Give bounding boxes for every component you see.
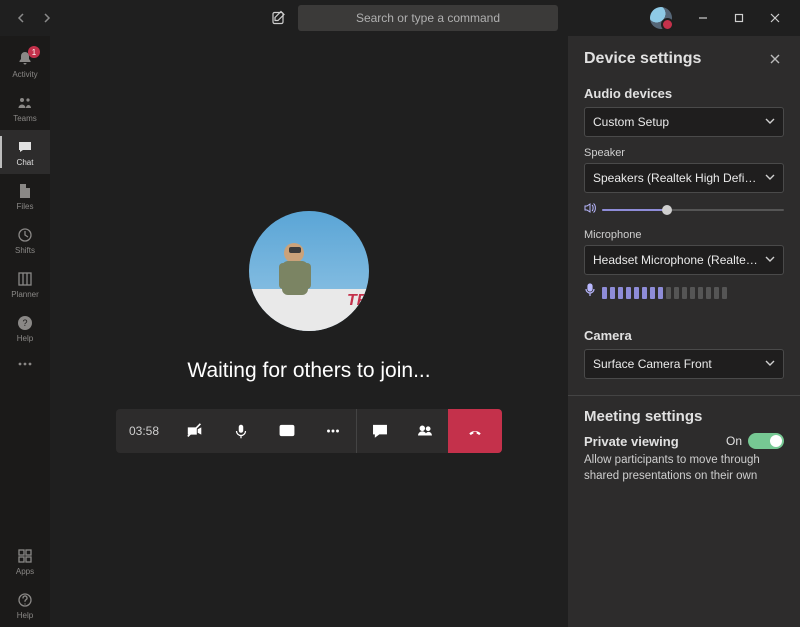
rail-item-label: Help <box>17 334 33 343</box>
toggle-mic-button[interactable] <box>218 409 264 453</box>
camera-dropdown[interactable]: Surface Camera Front <box>584 349 784 379</box>
help-icon: ? <box>15 313 35 333</box>
dropdown-value: Speakers (Realtek High Definition Au... <box>593 171 759 185</box>
dropdown-value: Headset Microphone (Realtek High D... <box>593 253 759 267</box>
nav-back-button[interactable] <box>10 7 32 29</box>
call-duration: 03:58 <box>116 409 172 453</box>
panel-close-button[interactable] <box>766 50 784 68</box>
speaker-label: Speaker <box>584 147 784 159</box>
apps-icon <box>15 546 35 566</box>
private-viewing-label: Private viewing <box>584 434 679 449</box>
share-screen-button[interactable] <box>264 409 310 453</box>
dropdown-value: Surface Camera Front <box>593 357 712 371</box>
chevron-down-icon <box>765 358 775 371</box>
device-settings-panel: Device settings Audio devices Custom Set… <box>568 36 800 627</box>
planner-icon <box>15 269 35 289</box>
rail-item-chat[interactable]: Chat <box>0 130 50 174</box>
rail-item-label: Chat <box>17 158 34 167</box>
chevron-down-icon <box>765 116 775 129</box>
speaker-dropdown[interactable]: Speakers (Realtek High Definition Au... <box>584 163 784 193</box>
rail-more-button[interactable] <box>0 350 50 378</box>
svg-text:TR: TR <box>347 292 369 309</box>
rail-item-label: Apps <box>16 567 34 576</box>
private-viewing-toggle[interactable] <box>748 433 784 449</box>
teams-icon <box>15 93 35 113</box>
window-close-button[interactable] <box>758 4 792 32</box>
rail-item-label: Teams <box>13 114 37 123</box>
speaker-volume-slider[interactable] <box>602 203 784 217</box>
files-icon <box>15 181 35 201</box>
rail-item-shifts[interactable]: Shifts <box>0 218 50 262</box>
chevron-down-icon <box>765 254 775 267</box>
private-viewing-state: On <box>726 434 742 448</box>
profile-avatar[interactable] <box>650 7 672 29</box>
chevron-down-icon <box>765 172 775 185</box>
search-input[interactable]: Search or type a command <box>298 5 558 31</box>
search-placeholder: Search or type a command <box>356 11 500 25</box>
meeting-stage: TR Waiting for others to join... 03:58 <box>50 36 568 627</box>
microphone-label: Microphone <box>584 229 784 241</box>
rail-item-help-bottom[interactable]: Help <box>0 583 50 627</box>
hang-up-button[interactable] <box>448 409 502 453</box>
meeting-settings-title: Meeting settings <box>584 408 784 425</box>
window-maximize-button[interactable] <box>722 4 756 32</box>
microphone-icon <box>584 283 596 302</box>
compose-button[interactable] <box>266 5 292 31</box>
show-participants-button[interactable] <box>402 409 448 453</box>
audio-setup-dropdown[interactable]: Custom Setup <box>584 107 784 137</box>
svg-text:?: ? <box>22 318 27 328</box>
rail-item-teams[interactable]: Teams <box>0 86 50 130</box>
toggle-camera-button[interactable] <box>172 409 218 453</box>
rail-item-apps[interactable]: Apps <box>0 539 50 583</box>
toggle-chat-button[interactable] <box>356 409 402 453</box>
rail-item-label: Activity <box>12 70 37 79</box>
rail-item-files[interactable]: Files <box>0 174 50 218</box>
rail-item-label: Files <box>17 202 34 211</box>
app-rail: Activity 1 Teams Chat Files <box>0 36 50 627</box>
microphone-dropdown[interactable]: Headset Microphone (Realtek High D... <box>584 245 784 275</box>
dropdown-value: Custom Setup <box>593 115 669 129</box>
rail-item-label: Help <box>17 611 33 620</box>
rail-item-help[interactable]: ? Help <box>0 306 50 350</box>
rail-item-planner[interactable]: Planner <box>0 262 50 306</box>
private-viewing-description: Allow participants to move through share… <box>584 453 784 484</box>
camera-label: Camera <box>584 328 784 343</box>
help-icon <box>15 590 35 610</box>
shifts-icon <box>15 225 35 245</box>
activity-badge: 1 <box>28 46 40 58</box>
rail-item-label: Planner <box>11 290 39 299</box>
audio-devices-label: Audio devices <box>584 86 784 101</box>
call-controls: 03:58 <box>116 409 502 453</box>
more-actions-button[interactable] <box>310 409 356 453</box>
rail-item-label: Shifts <box>15 246 35 255</box>
rail-item-activity[interactable]: Activity 1 <box>0 42 50 86</box>
chat-icon <box>15 137 35 157</box>
panel-title: Device settings <box>584 50 701 68</box>
participant-avatar: TR <box>249 211 369 331</box>
window-minimize-button[interactable] <box>686 4 720 32</box>
avatar-image-placeholder: TR <box>249 211 369 331</box>
titlebar: Search or type a command <box>0 0 800 36</box>
speaker-icon <box>584 201 596 219</box>
meeting-status-text: Waiting for others to join... <box>187 359 430 383</box>
nav-forward-button[interactable] <box>36 7 58 29</box>
microphone-level-meter <box>602 287 727 299</box>
